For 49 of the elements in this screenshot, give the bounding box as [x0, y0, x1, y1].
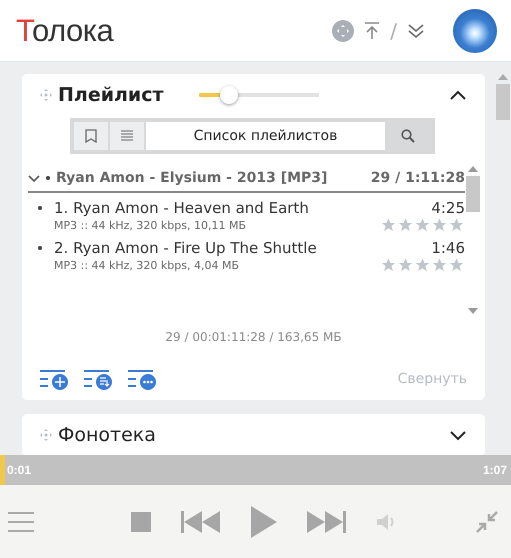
avatar[interactable] [453, 8, 497, 52]
slider-thumb[interactable] [220, 86, 238, 104]
chevron-icon[interactable] [28, 175, 40, 183]
track-title[interactable]: 1. Ryan Amon - Heaven and Earth [54, 199, 374, 217]
move-icon [40, 89, 52, 101]
elapsed-time: 0:01 [7, 463, 32, 477]
track-info: MP3 :: 44 kHz, 320 kbps, 10,11 МБ [54, 218, 248, 232]
playlist-totals: 29 / 00:01:11:28 / 163,65 МБ [164, 330, 343, 344]
track-title[interactable]: 2. Ryan Amon - Fire Up The Shuttle [54, 239, 374, 257]
list-add-icon[interactable] [40, 368, 70, 390]
star-icon[interactable] [448, 257, 465, 273]
move-icon[interactable] [332, 20, 354, 42]
album-summary: 29 / 1:11:28 [370, 170, 465, 186]
list-more-icon[interactable] [128, 368, 158, 390]
move-icon [40, 429, 52, 441]
star-icon[interactable] [431, 217, 448, 233]
playlist-field[interactable]: Список плейлистов [146, 122, 385, 150]
logo[interactable]: Толока [16, 12, 114, 48]
star-icon[interactable] [397, 217, 414, 233]
card-title: Фонотека [58, 424, 156, 446]
album-title[interactable]: Ryan Amon - Elysium - 2013 [MP3] [56, 170, 365, 186]
track-duration: 1:46 [430, 239, 465, 257]
star-icon[interactable] [414, 257, 431, 273]
scroll-up-icon[interactable] [468, 166, 478, 172]
double-chevron-icon[interactable] [407, 22, 425, 40]
scroll-down-icon[interactable] [468, 308, 478, 314]
star-icon[interactable] [448, 217, 465, 233]
collapse-chevron-icon[interactable] [449, 88, 467, 100]
list-sort-icon[interactable] [84, 368, 114, 390]
search-icon [401, 129, 415, 143]
star-icon[interactable] [431, 257, 448, 273]
track-duration: 4:25 [430, 199, 465, 217]
list-button[interactable] [110, 122, 144, 150]
track-info: MP3 :: 44 kHz, 320 kbps, 4,04 МБ [54, 258, 240, 272]
star-icon[interactable] [414, 217, 431, 233]
total-time: 1:07 [482, 463, 507, 477]
expand-chevron-icon[interactable] [449, 428, 467, 440]
star-icon[interactable] [397, 257, 414, 273]
list-icon [121, 130, 133, 142]
separator-slash: / [390, 18, 397, 42]
scrollbar-thumb[interactable] [496, 84, 510, 120]
bookmark-icon [85, 129, 97, 143]
upload-icon[interactable] [364, 22, 380, 40]
star-icon[interactable] [380, 217, 397, 233]
bookmark-button[interactable] [74, 122, 108, 150]
card-title: Плейлист [58, 84, 164, 106]
scrollbar-thumb[interactable] [466, 176, 480, 212]
scroll-up-icon[interactable] [498, 74, 508, 80]
star-icon[interactable] [380, 257, 397, 273]
